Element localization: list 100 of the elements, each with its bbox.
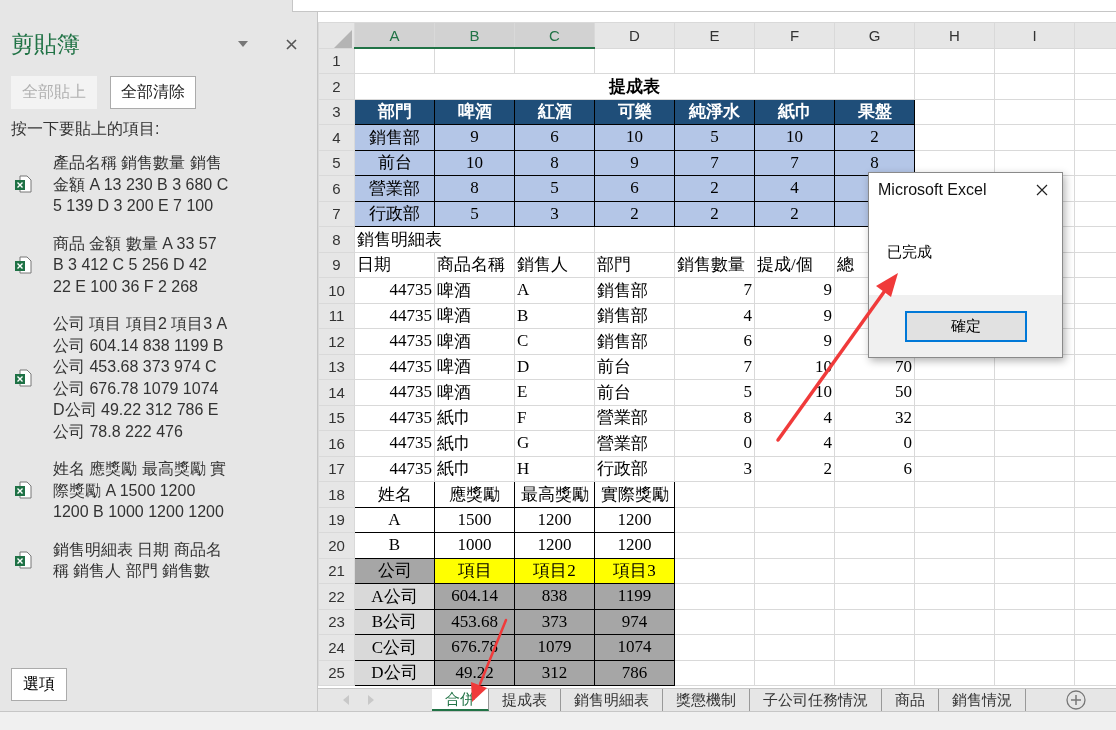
table-cell: 7 [674, 277, 755, 303]
table-cell: 銷售部 [594, 277, 675, 303]
row-header[interactable]: 13 [318, 354, 355, 380]
row-header[interactable]: 19 [318, 507, 355, 533]
row-header[interactable]: 3 [318, 99, 355, 125]
row-header[interactable]: 20 [318, 532, 355, 558]
options-button[interactable]: 選項 [11, 668, 67, 701]
row-header[interactable]: 4 [318, 124, 355, 150]
table-cell: 2 [754, 456, 835, 482]
clipboard-item[interactable]: 公司 項目 項目2 項目3 A公司 604.14 838 1199 B公司 453.68 373 974 C公司 676.78 1079 1074 D公司 49.22 312 786 E公司 78.8 222 476 [53, 313, 229, 442]
row-header[interactable]: 21 [318, 558, 355, 584]
row-header[interactable]: 2 [318, 73, 355, 99]
table-cell: E [514, 379, 595, 405]
close-icon[interactable] [1036, 184, 1048, 196]
table-cell: 營業部 [594, 405, 675, 431]
column-header[interactable]: G [834, 22, 915, 48]
table-cell: 9 [754, 328, 835, 354]
table-cell: 44735 [354, 303, 435, 329]
row-header[interactable]: 1 [318, 48, 355, 74]
column-header[interactable]: H [914, 22, 995, 48]
table-cell: 8 [514, 150, 595, 176]
table-cell: 項目3 [594, 558, 675, 584]
table-cell: 啤酒 [434, 277, 515, 303]
clipboard-item[interactable]: 產品名稱 銷售數量 銷售金額 A 13 230 B 3 680 C 5 139 D 3 200 E 7 100 [53, 152, 229, 217]
table-cell: 2 [674, 175, 755, 201]
spreadsheet-file-icon [14, 480, 34, 501]
table-cell: 6 [594, 175, 675, 201]
table-cell: 786 [594, 660, 675, 686]
column-header[interactable]: C [514, 22, 595, 48]
table-cell: 1500 [434, 507, 515, 533]
table-cell: 1200 [594, 532, 675, 558]
table-cell: 部門 [594, 252, 675, 278]
clipboard-item[interactable]: 銷售明細表 日期 商品名稱 銷售人 部門 銷售數 [53, 538, 229, 582]
row-header[interactable]: 25 [318, 660, 355, 686]
row-header[interactable]: 8 [318, 226, 355, 252]
row-header[interactable]: 5 [318, 150, 355, 176]
table-cell: 10 [754, 379, 835, 405]
row-header[interactable]: 12 [318, 328, 355, 354]
table-cell: 8 [434, 175, 515, 201]
table-cell: 公司 [354, 558, 435, 584]
row-header[interactable]: 17 [318, 456, 355, 482]
table-cell: 行政部 [594, 456, 675, 482]
table-cell: A [354, 507, 435, 533]
column-header[interactable]: B [434, 22, 515, 48]
table-cell: 紙巾 [434, 430, 515, 456]
table-cell: 44735 [354, 430, 435, 456]
row-header[interactable]: 9 [318, 252, 355, 278]
header-cell: 啤酒 [434, 99, 515, 125]
table-cell: 項目 [434, 558, 515, 584]
row-header[interactable]: 11 [318, 303, 355, 329]
clear-all-button[interactable]: 全部清除 [110, 76, 196, 109]
column-header[interactable]: F [754, 22, 835, 48]
row-header[interactable]: 16 [318, 430, 355, 456]
row-header[interactable]: 22 [318, 583, 355, 609]
table-cell: B [354, 532, 435, 558]
table-cell: 銷售部 [594, 328, 675, 354]
table-cell: 前台 [594, 379, 675, 405]
table-cell: 最高獎勵 [514, 481, 595, 507]
table-cell: 2 [834, 124, 915, 150]
spreadsheet-file-icon [14, 550, 34, 570]
header-cell: 紅酒 [514, 99, 595, 125]
ok-button[interactable]: 確定 [904, 310, 1027, 342]
column-header[interactable]: A [354, 22, 435, 48]
close-icon[interactable] [286, 38, 297, 50]
sheet-tab[interactable]: 合併 [432, 689, 489, 711]
table-cell: 1200 [514, 507, 595, 533]
table-cell: 2 [754, 201, 835, 227]
row-header[interactable]: 24 [318, 634, 355, 660]
table-cell: 5 [674, 379, 755, 405]
header-cell: 可樂 [594, 99, 675, 125]
table-cell: 應獎勵 [434, 481, 515, 507]
table-cell: 974 [594, 609, 675, 635]
caret-icon[interactable] [238, 41, 248, 47]
row-header[interactable]: 7 [318, 201, 355, 227]
row-header[interactable]: 18 [318, 481, 355, 507]
clipboard-item[interactable]: 商品 金額 數量 A 33 57 B 3 412 C 5 256 D 42 22 E 100 36 F 2 268 [53, 232, 229, 297]
column-header[interactable]: E [674, 22, 755, 48]
table-cell: D公司 [354, 660, 435, 686]
add-sheet-icon[interactable] [1066, 690, 1086, 710]
table-cell: 啤酒 [434, 303, 515, 329]
formula-field[interactable] [292, 0, 1116, 12]
row-header[interactable]: 23 [318, 609, 355, 635]
column-header[interactable]: D [594, 22, 675, 48]
row-header[interactable]: 15 [318, 405, 355, 431]
table-cell: 行政部 [354, 201, 435, 227]
table-cell: 10 [754, 124, 835, 150]
table-cell: 營業部 [354, 175, 435, 201]
table-cell: A [514, 277, 595, 303]
table-title: 提成表 [354, 73, 915, 99]
table-cell: 8 [674, 405, 755, 431]
table-cell: 9 [754, 303, 835, 329]
panel-title: 剪貼簿 [11, 29, 81, 59]
clipboard-item[interactable]: 姓名 應獎勵 最高獎勵 實際獎勵 A 1500 1200 1200 B 1000 1200 1200 [53, 458, 229, 523]
row-header[interactable]: 14 [318, 379, 355, 405]
table-cell: 6 [834, 456, 915, 482]
table-cell: 營業部 [594, 430, 675, 456]
header-cell: 純淨水 [674, 99, 755, 125]
column-header[interactable]: I [994, 22, 1075, 48]
row-header[interactable]: 6 [318, 175, 355, 201]
row-header[interactable]: 10 [318, 277, 355, 303]
